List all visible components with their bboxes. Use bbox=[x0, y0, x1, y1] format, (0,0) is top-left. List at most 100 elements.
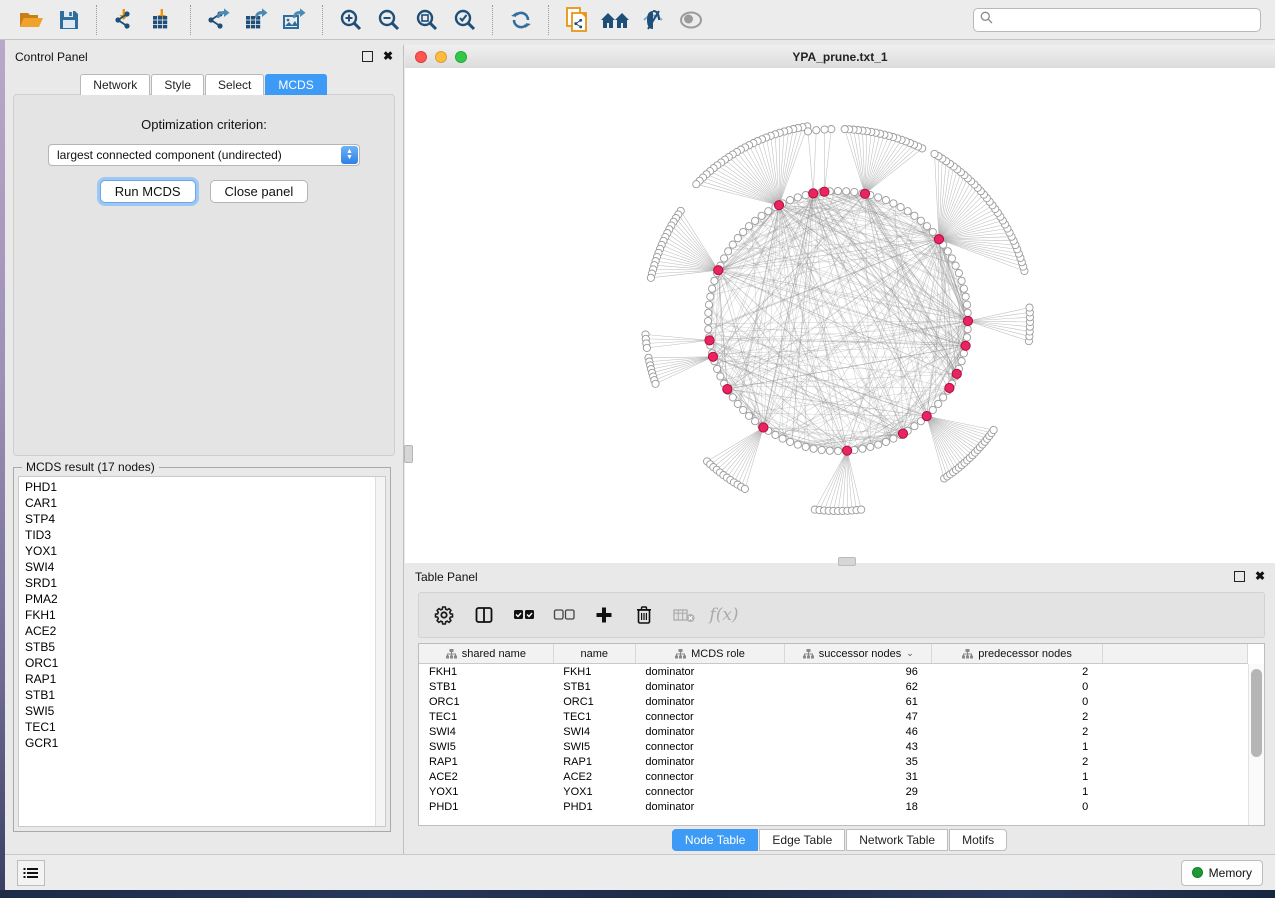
table-scrollbar[interactable] bbox=[1248, 664, 1264, 825]
table-row[interactable]: TEC1TEC1connector472 bbox=[419, 709, 1248, 724]
network-window-title: YPA_prune.txt_1 bbox=[405, 50, 1275, 64]
export-network-icon[interactable] bbox=[202, 4, 236, 36]
table-row[interactable]: SWI4SWI4dominator462 bbox=[419, 724, 1248, 739]
table-row[interactable]: ORC1ORC1dominator610 bbox=[419, 694, 1248, 709]
new-network-from-selection-icon[interactable] bbox=[560, 4, 594, 36]
function-builder-icon: f(x) bbox=[711, 602, 737, 628]
table-row[interactable]: RAP1RAP1dominator352 bbox=[419, 754, 1248, 769]
optimization-criterion-label: Optimization criterion: bbox=[14, 117, 394, 132]
select-stepper-icon: ▲▼ bbox=[341, 146, 358, 164]
delete-table-icon bbox=[671, 602, 697, 628]
search-box[interactable] bbox=[973, 8, 1261, 32]
control-panel-title: Control Panel bbox=[15, 50, 88, 64]
mcds-result-item[interactable]: STB1 bbox=[25, 687, 385, 703]
mcds-result-item[interactable]: PHD1 bbox=[25, 479, 385, 495]
deselect-all-icon[interactable] bbox=[551, 602, 577, 628]
mcds-result-group: MCDS result (17 nodes) PHD1CAR1STP4TID3Y… bbox=[13, 467, 391, 832]
mcds-tab-content: Optimization criterion: largest connecte… bbox=[13, 94, 395, 456]
export-image-icon[interactable] bbox=[278, 4, 312, 36]
show-all-icon[interactable] bbox=[674, 4, 708, 36]
mcds-result-item[interactable]: TID3 bbox=[25, 527, 385, 543]
mcds-result-item[interactable]: PMA2 bbox=[25, 591, 385, 607]
zoom-selected-icon[interactable] bbox=[448, 4, 482, 36]
panel-splitter-handle[interactable] bbox=[404, 445, 413, 463]
mcds-result-item[interactable]: TEC1 bbox=[25, 719, 385, 735]
tab-style[interactable]: Style bbox=[151, 74, 204, 95]
table-row[interactable]: YOX1YOX1connector291 bbox=[419, 784, 1248, 799]
mcds-result-item[interactable]: SWI5 bbox=[25, 703, 385, 719]
import-table-icon[interactable] bbox=[146, 4, 180, 36]
network-window-titlebar[interactable]: YPA_prune.txt_1 bbox=[405, 45, 1275, 69]
tab-mcds[interactable]: MCDS bbox=[265, 74, 326, 95]
hide-selected-icon[interactable] bbox=[636, 4, 670, 36]
save-session-icon[interactable] bbox=[52, 4, 86, 36]
network-canvas[interactable] bbox=[405, 68, 1275, 563]
memory-button[interactable]: Memory bbox=[1181, 860, 1263, 886]
table-row[interactable]: FKH1FKH1dominator962 bbox=[419, 664, 1248, 680]
show-column-panel-icon[interactable] bbox=[471, 602, 497, 628]
node-table[interactable]: shared namenameMCDS rolesuccessor nodes⌄… bbox=[418, 643, 1265, 826]
mcds-result-item[interactable]: YOX1 bbox=[25, 543, 385, 559]
zoom-out-icon[interactable] bbox=[372, 4, 406, 36]
mcds-result-item[interactable]: SWI4 bbox=[25, 559, 385, 575]
tab-motifs[interactable]: Motifs bbox=[949, 829, 1007, 851]
mcds-result-item[interactable]: GCR1 bbox=[25, 735, 385, 751]
column-header-predecessor-nodes[interactable]: predecessor nodes bbox=[932, 644, 1102, 664]
network-graph[interactable] bbox=[405, 68, 1275, 563]
mcds-result-item[interactable]: STB5 bbox=[25, 639, 385, 655]
export-table-icon[interactable] bbox=[240, 4, 274, 36]
column-header-MCDS-role[interactable]: MCDS role bbox=[635, 644, 784, 664]
zoom-in-icon[interactable] bbox=[334, 4, 368, 36]
optimization-criterion-select[interactable]: largest connected component (undirected)… bbox=[48, 144, 360, 166]
close-panel-button[interactable]: Close panel bbox=[210, 180, 309, 203]
close-table-panel-icon[interactable]: ✖ bbox=[1255, 572, 1265, 581]
tab-node-table[interactable]: Node Table bbox=[672, 829, 759, 851]
table-row[interactable]: STB1STB1dominator620 bbox=[419, 679, 1248, 694]
table-row[interactable]: ACE2ACE2connector311 bbox=[419, 769, 1248, 784]
table-settings-gear-icon[interactable] bbox=[431, 602, 457, 628]
create-column-plus-icon[interactable] bbox=[591, 602, 617, 628]
toolbar-separator bbox=[492, 5, 494, 35]
toolbar-separator bbox=[96, 5, 98, 35]
column-header-successor-nodes[interactable]: successor nodes⌄ bbox=[785, 644, 932, 664]
close-panel-icon[interactable]: ✖ bbox=[383, 52, 393, 61]
mcds-result-item[interactable]: STP4 bbox=[25, 511, 385, 527]
tab-select[interactable]: Select bbox=[205, 74, 264, 95]
table-row[interactable]: SWI5SWI5connector431 bbox=[419, 739, 1248, 754]
tab-network-table[interactable]: Network Table bbox=[846, 829, 948, 851]
cytoscape-app-window: Control Panel ✖ NetworkStyleSelectMCDS O… bbox=[5, 0, 1275, 890]
toolbar-separator bbox=[322, 5, 324, 35]
float-table-panel-icon[interactable] bbox=[1234, 571, 1245, 582]
open-file-icon[interactable] bbox=[14, 4, 48, 36]
run-mcds-button[interactable]: Run MCDS bbox=[100, 180, 196, 203]
mcds-result-list[interactable]: PHD1CAR1STP4TID3YOX1SWI4SRD1PMA2FKH1ACE2… bbox=[18, 476, 386, 827]
memory-status-icon bbox=[1192, 867, 1203, 878]
table-row[interactable]: PHD1PHD1dominator180 bbox=[419, 799, 1248, 814]
float-panel-icon[interactable] bbox=[362, 51, 373, 62]
import-network-icon[interactable] bbox=[108, 4, 142, 36]
mcds-result-item[interactable]: ORC1 bbox=[25, 655, 385, 671]
delete-column-trash-icon[interactable] bbox=[631, 602, 657, 628]
mcds-result-item[interactable]: FKH1 bbox=[25, 607, 385, 623]
refresh-layout-icon[interactable] bbox=[504, 4, 538, 36]
table-panel-title: Table Panel bbox=[415, 570, 478, 584]
mcds-result-item[interactable]: ACE2 bbox=[25, 623, 385, 639]
tab-network[interactable]: Network bbox=[80, 74, 150, 95]
mcds-result-title: MCDS result (17 nodes) bbox=[22, 460, 159, 474]
horizontal-splitter-handle[interactable] bbox=[838, 557, 856, 566]
column-header-name[interactable]: name bbox=[553, 644, 635, 664]
table-toolbar: f(x) bbox=[418, 592, 1265, 638]
search-input[interactable] bbox=[997, 12, 1254, 28]
mcds-result-item[interactable]: SRD1 bbox=[25, 575, 385, 591]
mcds-result-item[interactable]: CAR1 bbox=[25, 495, 385, 511]
first-neighbors-icon[interactable] bbox=[598, 4, 632, 36]
toolbar-separator bbox=[190, 5, 192, 35]
zoom-fit-icon[interactable] bbox=[410, 4, 444, 36]
tab-edge-table[interactable]: Edge Table bbox=[759, 829, 845, 851]
mcds-list-scrollbar[interactable] bbox=[375, 477, 385, 826]
mcds-result-item[interactable]: RAP1 bbox=[25, 671, 385, 687]
task-history-icon[interactable] bbox=[17, 860, 45, 886]
select-all-icon[interactable] bbox=[511, 602, 537, 628]
column-header-spacer[interactable] bbox=[1102, 644, 1247, 664]
column-header-shared-name[interactable]: shared name bbox=[419, 644, 553, 664]
